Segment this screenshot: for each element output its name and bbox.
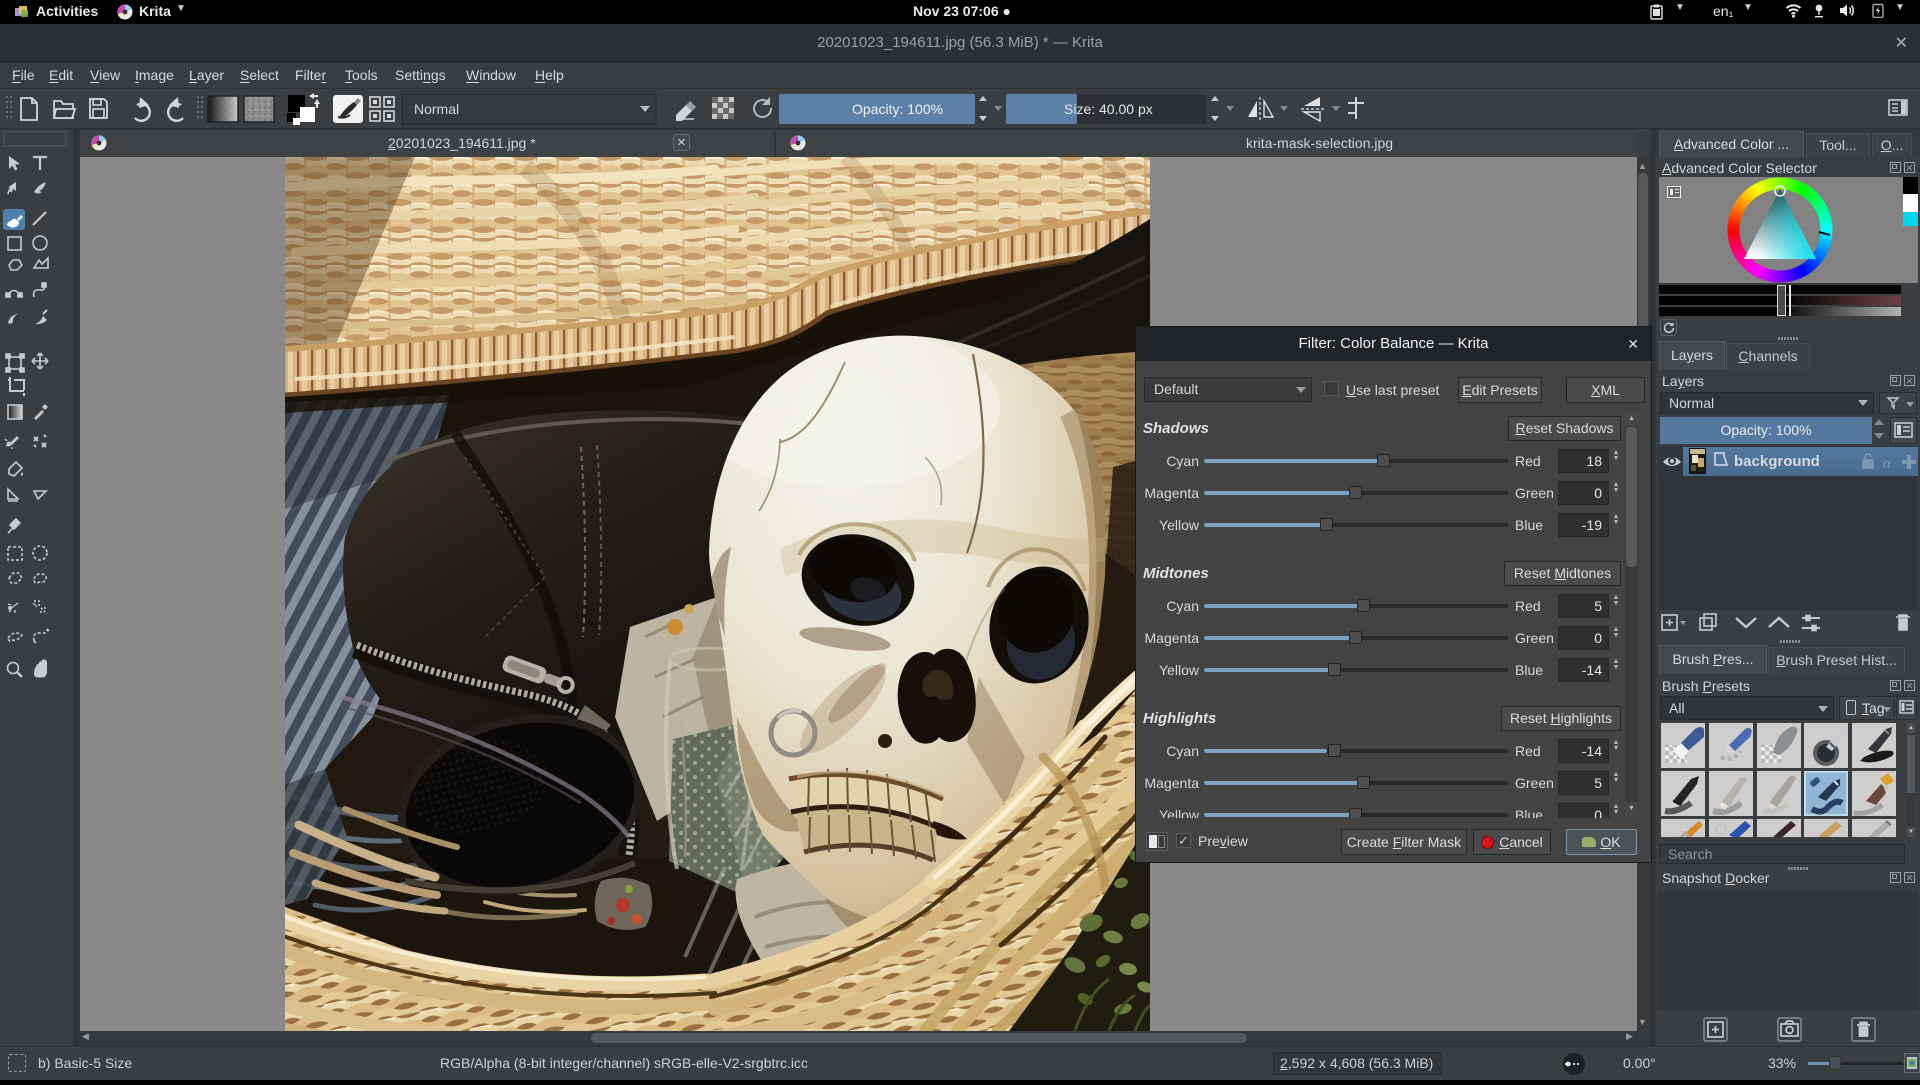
svg-text:Normal: Normal: [414, 101, 459, 117]
svg-text:Size: 40.00 px: Size: 40.00 px: [1064, 101, 1153, 117]
svg-text:Opacity: 100%: Opacity: 100%: [852, 101, 943, 117]
svg-text:α: α: [1883, 456, 1892, 472]
